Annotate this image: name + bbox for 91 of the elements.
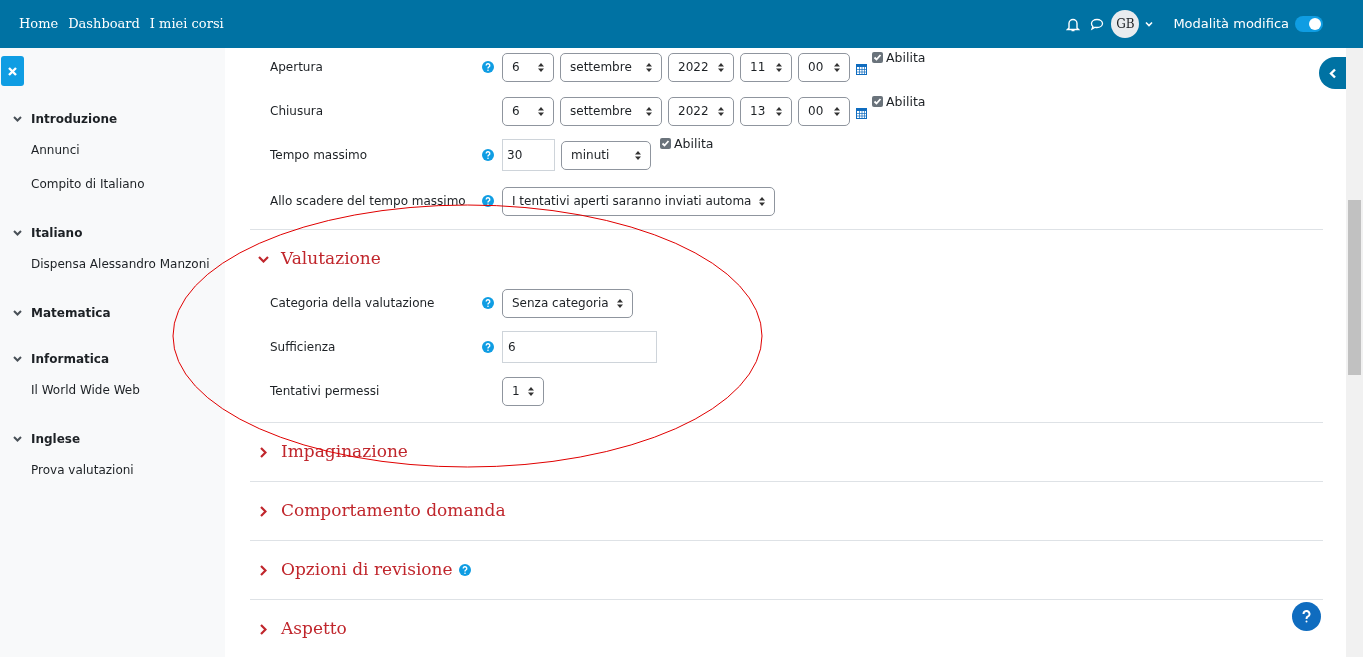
checkbox-label: Abilita: [674, 135, 714, 153]
sidebar-section-title[interactable]: Italiano: [31, 224, 83, 242]
chevron-left-icon: [1329, 67, 1337, 79]
sort-icon: [616, 298, 623, 308]
field-label: Categoria della valutazione: [270, 296, 435, 310]
chevron-right-icon[interactable]: [260, 623, 267, 635]
calendar-icon[interactable]: [856, 107, 867, 119]
sidebar-item[interactable]: Dispensa Alessandro Manzoni: [31, 255, 210, 275]
user-avatar[interactable]: GB: [1111, 10, 1140, 38]
sort-icon: [538, 62, 544, 72]
chevron-down-icon[interactable]: [258, 255, 269, 263]
help-icon[interactable]: [482, 297, 494, 309]
bell-icon[interactable]: [1066, 16, 1081, 32]
section-heading[interactable]: Valutazione: [281, 246, 381, 272]
help-icon[interactable]: [482, 149, 494, 161]
sort-icon: [646, 62, 652, 72]
nav-link[interactable]: Dashboard: [68, 14, 140, 34]
select-field[interactable]: 2022: [668, 96, 734, 126]
sidebar-item[interactable]: Il World Wide Web: [31, 381, 140, 401]
chevron-right-icon[interactable]: [260, 564, 267, 576]
chevron-down-icon[interactable]: [13, 116, 22, 122]
checkbox-label: Abilita: [886, 48, 926, 67]
chevron-right-icon[interactable]: [260, 446, 267, 458]
section-heading[interactable]: Opzioni di revisione: [281, 557, 453, 583]
sort-icon: [718, 62, 724, 72]
sidebar-section-title[interactable]: Matematica: [31, 304, 111, 322]
sort-icon: [527, 386, 534, 396]
help-icon[interactable]: [458, 564, 471, 576]
select-field[interactable]: 6: [502, 96, 554, 126]
select-field[interactable]: 00: [798, 96, 850, 126]
chat-icon[interactable]: [1090, 17, 1105, 31]
select-field[interactable]: settembre: [560, 52, 662, 82]
help-icon[interactable]: [482, 195, 494, 207]
close-icon: [8, 66, 17, 76]
chevron-right-icon[interactable]: [260, 505, 267, 517]
sort-icon: [635, 150, 641, 160]
sort-icon: [759, 196, 766, 206]
chevron-down-icon[interactable]: [13, 230, 22, 236]
help-icon[interactable]: [482, 61, 494, 73]
caret-icon[interactable]: [1145, 21, 1154, 27]
sort-icon: [776, 106, 782, 116]
help-icon[interactable]: [482, 341, 494, 353]
scrollbar[interactable]: [1346, 48, 1363, 657]
select-field[interactable]: 00: [798, 52, 850, 82]
select-field[interactable]: 13: [740, 96, 792, 126]
field-label: Allo scadere del tempo massimo: [270, 194, 466, 208]
edit-mode-switch[interactable]: [1295, 16, 1323, 32]
sidebar-item[interactable]: Prova valutazioni: [31, 461, 134, 481]
calendar-icon[interactable]: [856, 63, 867, 75]
sidebar-section-title[interactable]: Inglese: [31, 430, 81, 448]
help-button[interactable]: [1292, 602, 1321, 631]
checkbox[interactable]: [660, 138, 671, 149]
sort-icon: [646, 106, 652, 116]
sort-icon: [538, 106, 544, 116]
chevron-down-icon[interactable]: [13, 310, 22, 316]
sort-icon: [834, 106, 840, 116]
edit-mode-label: Modalità modifica: [1173, 15, 1289, 34]
field-label: Tempo massimo: [270, 148, 368, 162]
checkbox[interactable]: [872, 51, 883, 63]
sort-icon: [776, 62, 782, 72]
sort-icon: [718, 106, 724, 116]
chevron-down-icon[interactable]: [13, 436, 22, 442]
chevron-down-icon[interactable]: [13, 356, 22, 362]
sort-icon: [834, 62, 840, 72]
text-input-field[interactable]: 6: [502, 331, 657, 363]
field-label: Tentativi permessi: [270, 384, 380, 398]
sidebar-section-title[interactable]: Informatica: [31, 350, 110, 368]
field-label: Chiusura: [270, 104, 324, 118]
nav-link[interactable]: Home: [19, 14, 59, 34]
checkbox-label: Abilita: [886, 92, 926, 111]
close-drawer-button[interactable]: [1, 56, 24, 86]
select-field[interactable]: I tentativi aperti saranno inviati automa: [502, 186, 776, 216]
section-heading[interactable]: Comportamento domanda: [281, 498, 506, 524]
sidebar-item[interactable]: Annunci: [31, 141, 80, 161]
field-label: Apertura: [270, 60, 323, 74]
sidebar-item[interactable]: Compito di Italiano: [31, 175, 145, 195]
select-field[interactable]: settembre: [560, 96, 662, 126]
select-field[interactable]: 2022: [668, 52, 734, 82]
select-field[interactable]: minuti: [561, 140, 651, 170]
select-field[interactable]: 1: [502, 376, 544, 406]
select-field[interactable]: 11: [740, 52, 792, 82]
select-field[interactable]: 6: [502, 52, 554, 82]
checkbox[interactable]: [872, 95, 883, 107]
number-input-field[interactable]: 30: [502, 139, 555, 171]
nav-link[interactable]: I miei corsi: [149, 14, 224, 34]
section-heading[interactable]: Aspetto: [281, 616, 347, 642]
drawer-toggle-button[interactable]: [1319, 57, 1347, 89]
field-label: Sufficienza: [270, 340, 336, 354]
question-icon: [1302, 610, 1311, 623]
sidebar-section-title[interactable]: Introduzione: [31, 110, 118, 128]
select-field[interactable]: Senza categoria: [502, 288, 633, 318]
